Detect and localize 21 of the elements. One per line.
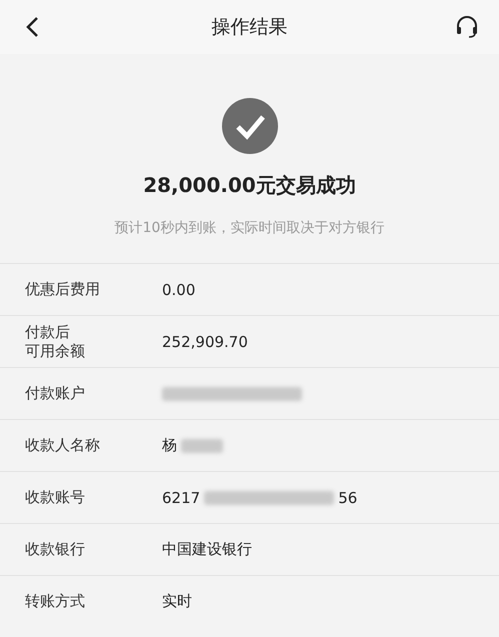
detail-value: 252,909.70 xyxy=(162,332,248,350)
detail-label: 可用余额 xyxy=(25,342,86,360)
detail-label: 优惠后费用 xyxy=(25,280,101,299)
detail-label: 收款人名称 xyxy=(25,436,101,455)
headset-icon xyxy=(454,14,480,40)
arrival-note: 预计10秒内到账，实际时间取决于对方银行 xyxy=(114,219,384,237)
page-title: 操作结果 xyxy=(212,15,288,40)
detail-value: 中国建设银行 xyxy=(162,540,252,559)
detail-label: 付款后 xyxy=(25,322,71,342)
detail-value: 56 xyxy=(338,488,358,506)
detail-value: 0.00 xyxy=(162,280,196,298)
detail-label: 付款账户 xyxy=(25,384,86,403)
detail-label: 转账方式 xyxy=(25,592,86,611)
result-title: 28,000.00元交易成功 xyxy=(143,172,356,199)
detail-label: 收款账号 xyxy=(25,488,86,507)
back-icon xyxy=(25,16,39,38)
detail-value: 杨 xyxy=(162,436,177,455)
redacted-mark xyxy=(181,438,223,452)
detail-value: 实时 xyxy=(162,592,192,611)
detail-label: 收款银行 xyxy=(25,540,86,559)
detail-value: 6217 xyxy=(162,488,200,506)
